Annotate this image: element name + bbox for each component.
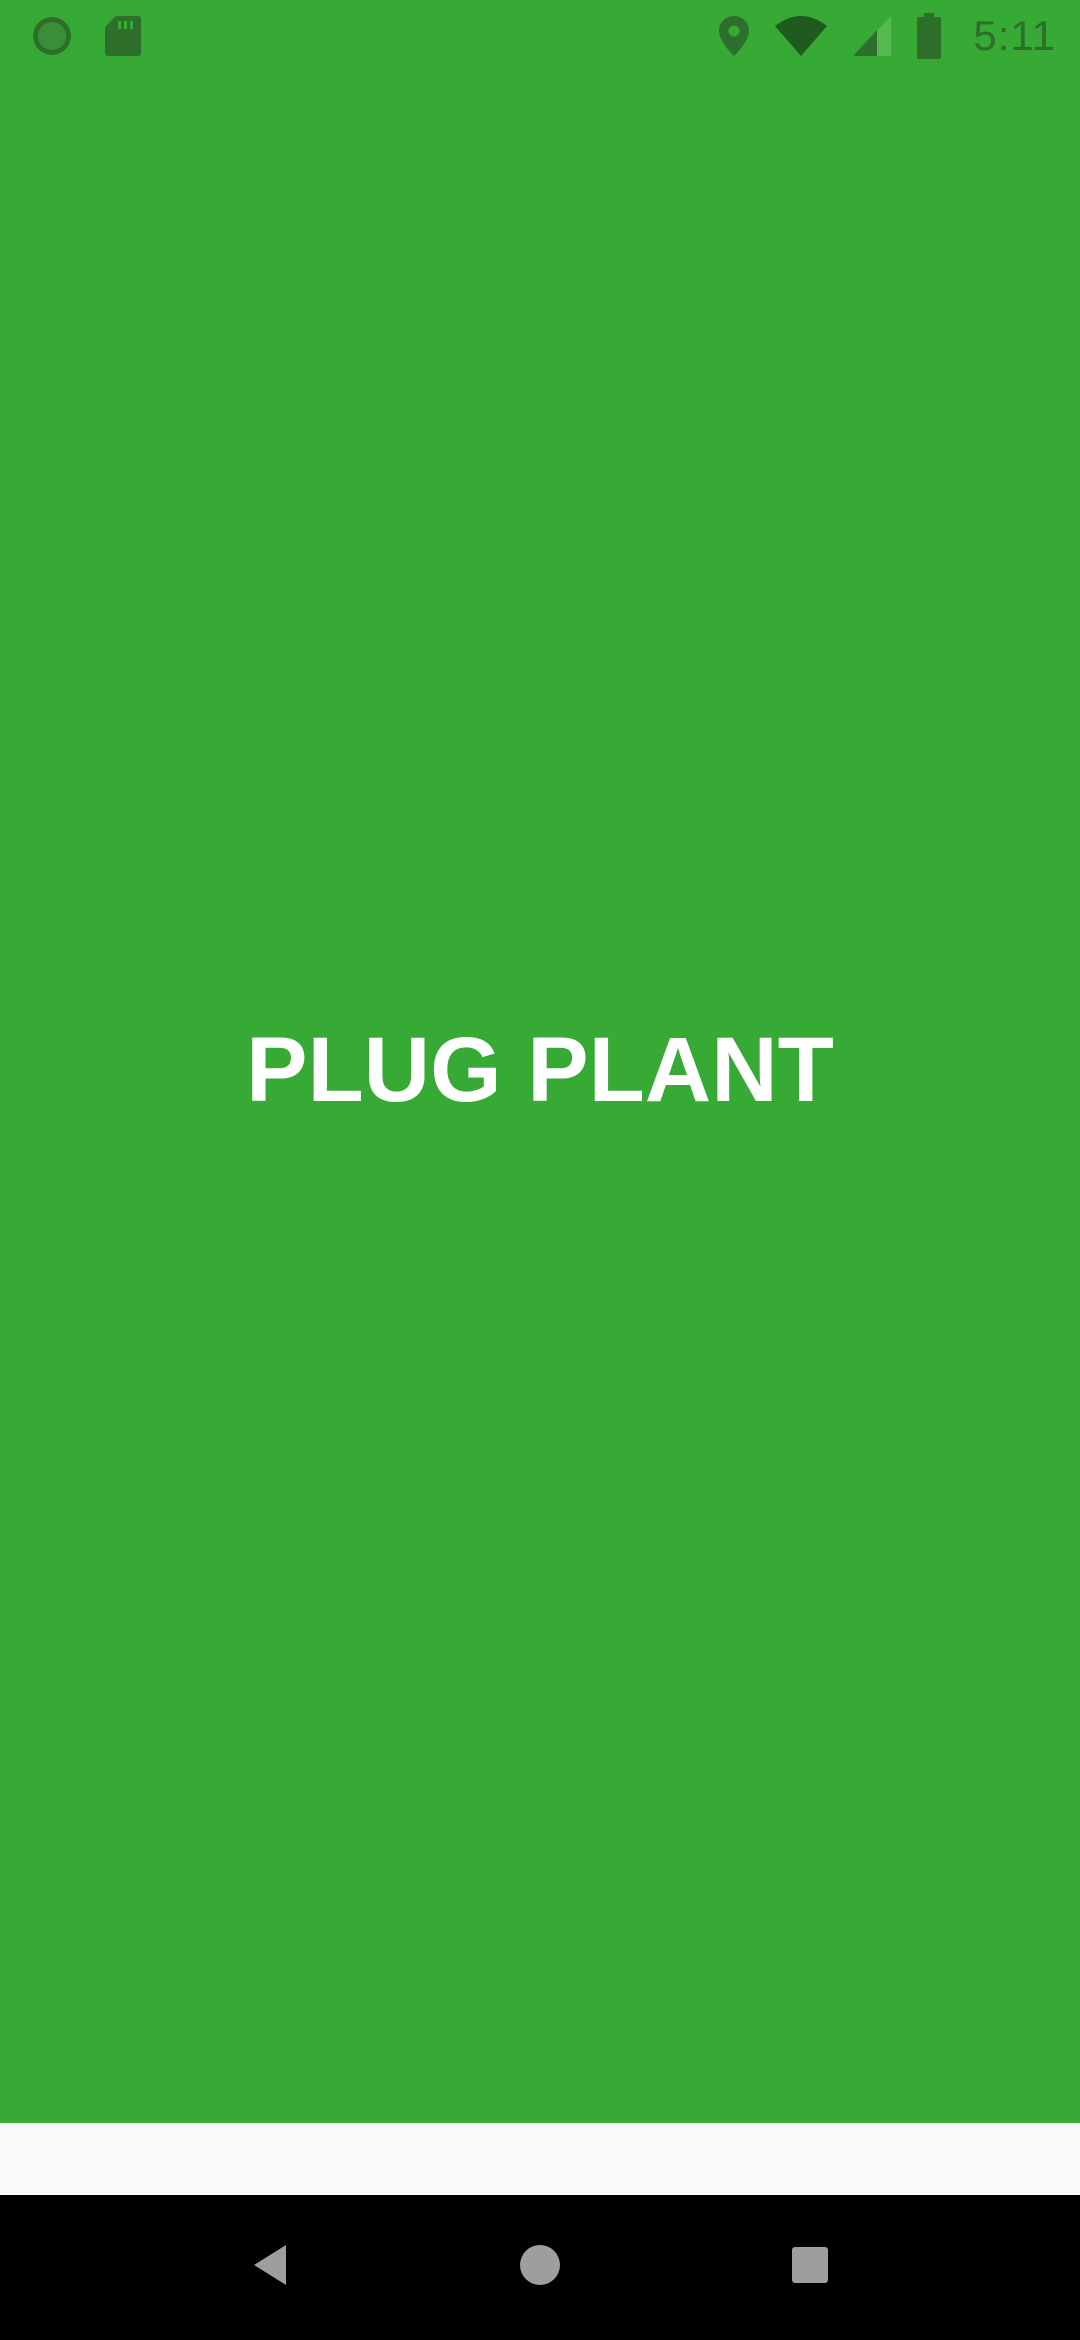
back-icon bbox=[254, 2245, 286, 2285]
status-clock: 5:11 bbox=[973, 12, 1056, 59]
splash-screen: 5:11 PLUG PLANT bbox=[0, 0, 1080, 2340]
home-button[interactable] bbox=[500, 2225, 580, 2305]
home-icon bbox=[520, 2245, 560, 2285]
signal-icon bbox=[851, 14, 893, 58]
status-right-icons: 5:11 bbox=[717, 10, 1056, 62]
recents-icon bbox=[792, 2247, 828, 2283]
sd-card-icon bbox=[104, 14, 142, 58]
status-bar: 5:11 bbox=[0, 0, 1080, 72]
app-title: PLUG PLANT bbox=[246, 1019, 834, 1121]
wifi-icon bbox=[773, 14, 829, 58]
status-left-icons bbox=[30, 14, 142, 58]
sync-icon bbox=[30, 14, 74, 58]
bottom-strip bbox=[0, 2123, 1080, 2195]
back-button[interactable] bbox=[230, 2225, 310, 2305]
recents-button[interactable] bbox=[770, 2225, 850, 2305]
location-icon bbox=[717, 14, 751, 58]
battery-icon bbox=[915, 12, 943, 60]
